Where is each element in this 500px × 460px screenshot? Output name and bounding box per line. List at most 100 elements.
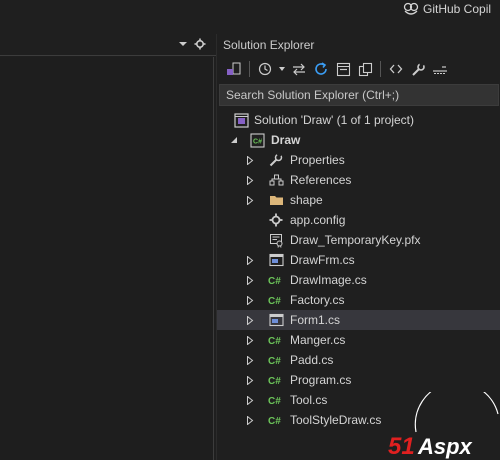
tree-item-label: References (290, 173, 352, 187)
preview-icon (433, 66, 447, 74)
toolbar-separator (380, 61, 381, 77)
tree-item-references[interactable]: References (217, 170, 500, 190)
svg-text:C#: C# (268, 356, 281, 366)
tree-item-label: Draw_TemporaryKey.pfx (290, 233, 421, 247)
csharp-file-icon: C# (268, 412, 284, 428)
editor-tab-controls (178, 38, 206, 50)
svg-text:C#: C# (268, 416, 281, 426)
collapsed-triangle-icon[interactable] (245, 175, 255, 185)
csharp-file-icon: C# (268, 372, 284, 388)
sync-with-document-button[interactable] (290, 60, 308, 78)
csharp-file-icon: C# (268, 292, 284, 308)
config-file-icon (268, 212, 284, 228)
wrench-icon (411, 61, 425, 76)
svg-text:C#: C# (268, 336, 281, 346)
view-code-button[interactable] (387, 60, 405, 78)
code-brackets-icon (389, 64, 403, 74)
tree-item-factory-cs[interactable]: C# Factory.cs (217, 290, 500, 310)
tree-item-properties[interactable]: Properties (217, 150, 500, 170)
tree-item-label: Tool.cs (290, 393, 328, 407)
watermark-logo: 51 Aspx (380, 381, 500, 460)
editor-pane[interactable] (0, 57, 214, 460)
copilot-label: GitHub Copil (423, 2, 492, 16)
tree-item-form1-cs[interactable]: Form1.cs (217, 310, 500, 330)
tree-item-label: Factory.cs (290, 293, 345, 307)
dropdown-arrow-icon[interactable] (278, 65, 286, 73)
collapsed-triangle-icon[interactable] (245, 155, 255, 165)
form-icon (268, 252, 284, 268)
tree-item-label: Manger.cs (290, 333, 346, 347)
csharp-file-icon: C# (268, 272, 284, 288)
wrench-icon (268, 152, 284, 168)
tree-item-label: app.config (290, 213, 346, 227)
csharp-file-icon: C# (268, 392, 284, 408)
collapsed-triangle-icon[interactable] (245, 335, 255, 345)
expanded-triangle-icon[interactable] (229, 135, 239, 145)
copilot-icon (403, 2, 419, 15)
tree-item-solution[interactable]: Solution 'Draw' (1 of 1 project) (217, 110, 500, 130)
toolbar-separator (249, 61, 250, 77)
svg-text:C#: C# (268, 376, 281, 386)
editor-divider (213, 57, 214, 460)
collapsed-triangle-icon[interactable] (245, 415, 255, 425)
csharp-project-icon: C# (249, 132, 265, 148)
show-all-files-button[interactable] (356, 60, 374, 78)
svg-text:C#: C# (268, 396, 281, 406)
project-children: Properties References shape app.config Draw_… (217, 150, 500, 430)
tree-item-label: shape (290, 193, 323, 207)
show-all-files-icon (358, 62, 372, 76)
tree-item-label: Solution 'Draw' (1 of 1 project) (254, 113, 414, 127)
switch-views-button[interactable] (225, 60, 243, 78)
tree-item-program-cs[interactable]: C# Program.cs (217, 370, 500, 390)
solution-icon (233, 112, 249, 128)
collapsed-triangle-icon[interactable] (245, 375, 255, 385)
solution-explorer-search-input[interactable]: Search Solution Explorer (Ctrl+;) (219, 84, 499, 106)
tree-item-padd-cs[interactable]: C# Padd.cs (217, 350, 500, 370)
solution-explorer-toolbar (217, 56, 500, 82)
tree-item-label: DrawFrm.cs (290, 253, 355, 267)
tree-item-project[interactable]: C# Draw (217, 130, 500, 150)
title-bar: GitHub Copil (0, 0, 500, 20)
tree-item-label: Program.cs (290, 373, 352, 387)
collapse-all-icon (336, 62, 350, 76)
collapse-all-button[interactable] (334, 60, 352, 78)
tree-item-label: Properties (290, 153, 345, 167)
tree-item-shape[interactable]: shape (217, 190, 500, 210)
search-placeholder: Search Solution Explorer (Ctrl+;) (226, 88, 400, 102)
gear-icon[interactable] (194, 38, 206, 50)
tree-item-app-config[interactable]: app.config (217, 210, 500, 230)
sync-arrows-icon (293, 63, 305, 76)
solution-explorer-title: Solution Explorer (223, 38, 315, 52)
certificate-icon (268, 232, 284, 248)
properties-button[interactable] (409, 60, 427, 78)
dropdown-arrow-icon[interactable] (178, 39, 188, 49)
svg-text:C#: C# (253, 138, 262, 145)
references-icon (268, 172, 284, 188)
tree-item-label: ToolStyleDraw.cs (290, 413, 382, 427)
collapsed-triangle-icon[interactable] (245, 315, 255, 325)
svg-text:Aspx: Aspx (417, 434, 473, 459)
svg-text:C#: C# (268, 276, 281, 286)
svg-text:51: 51 (388, 433, 415, 460)
tree-item-draw-temporarykey-pfx[interactable]: Draw_TemporaryKey.pfx (217, 230, 500, 250)
csharp-file-icon: C# (268, 352, 284, 368)
collapsed-triangle-icon[interactable] (245, 355, 255, 365)
csharp-file-icon: C# (268, 332, 284, 348)
tree-item-drawfrm-cs[interactable]: DrawFrm.cs (217, 250, 500, 270)
tree-item-label: Form1.cs (290, 313, 341, 327)
collapsed-triangle-icon[interactable] (245, 195, 255, 205)
collapsed-triangle-icon[interactable] (245, 255, 255, 265)
github-copilot-button[interactable]: GitHub Copil (403, 0, 500, 18)
collapsed-triangle-icon[interactable] (245, 275, 255, 285)
tree-item-manger-cs[interactable]: C# Manger.cs (217, 330, 500, 350)
solution-tree: Solution 'Draw' (1 of 1 project) C# Draw… (217, 110, 500, 430)
folder-icon (268, 192, 284, 208)
collapsed-triangle-icon[interactable] (245, 295, 255, 305)
tree-item-drawimage-cs[interactable]: C# DrawImage.cs (217, 270, 500, 290)
collapsed-triangle-icon[interactable] (245, 395, 255, 405)
svg-text:C#: C# (268, 296, 281, 306)
refresh-button[interactable] (312, 60, 330, 78)
pending-changes-button[interactable] (256, 60, 274, 78)
tree-item-label: DrawImage.cs (290, 273, 367, 287)
preview-selected-button[interactable] (431, 60, 449, 78)
